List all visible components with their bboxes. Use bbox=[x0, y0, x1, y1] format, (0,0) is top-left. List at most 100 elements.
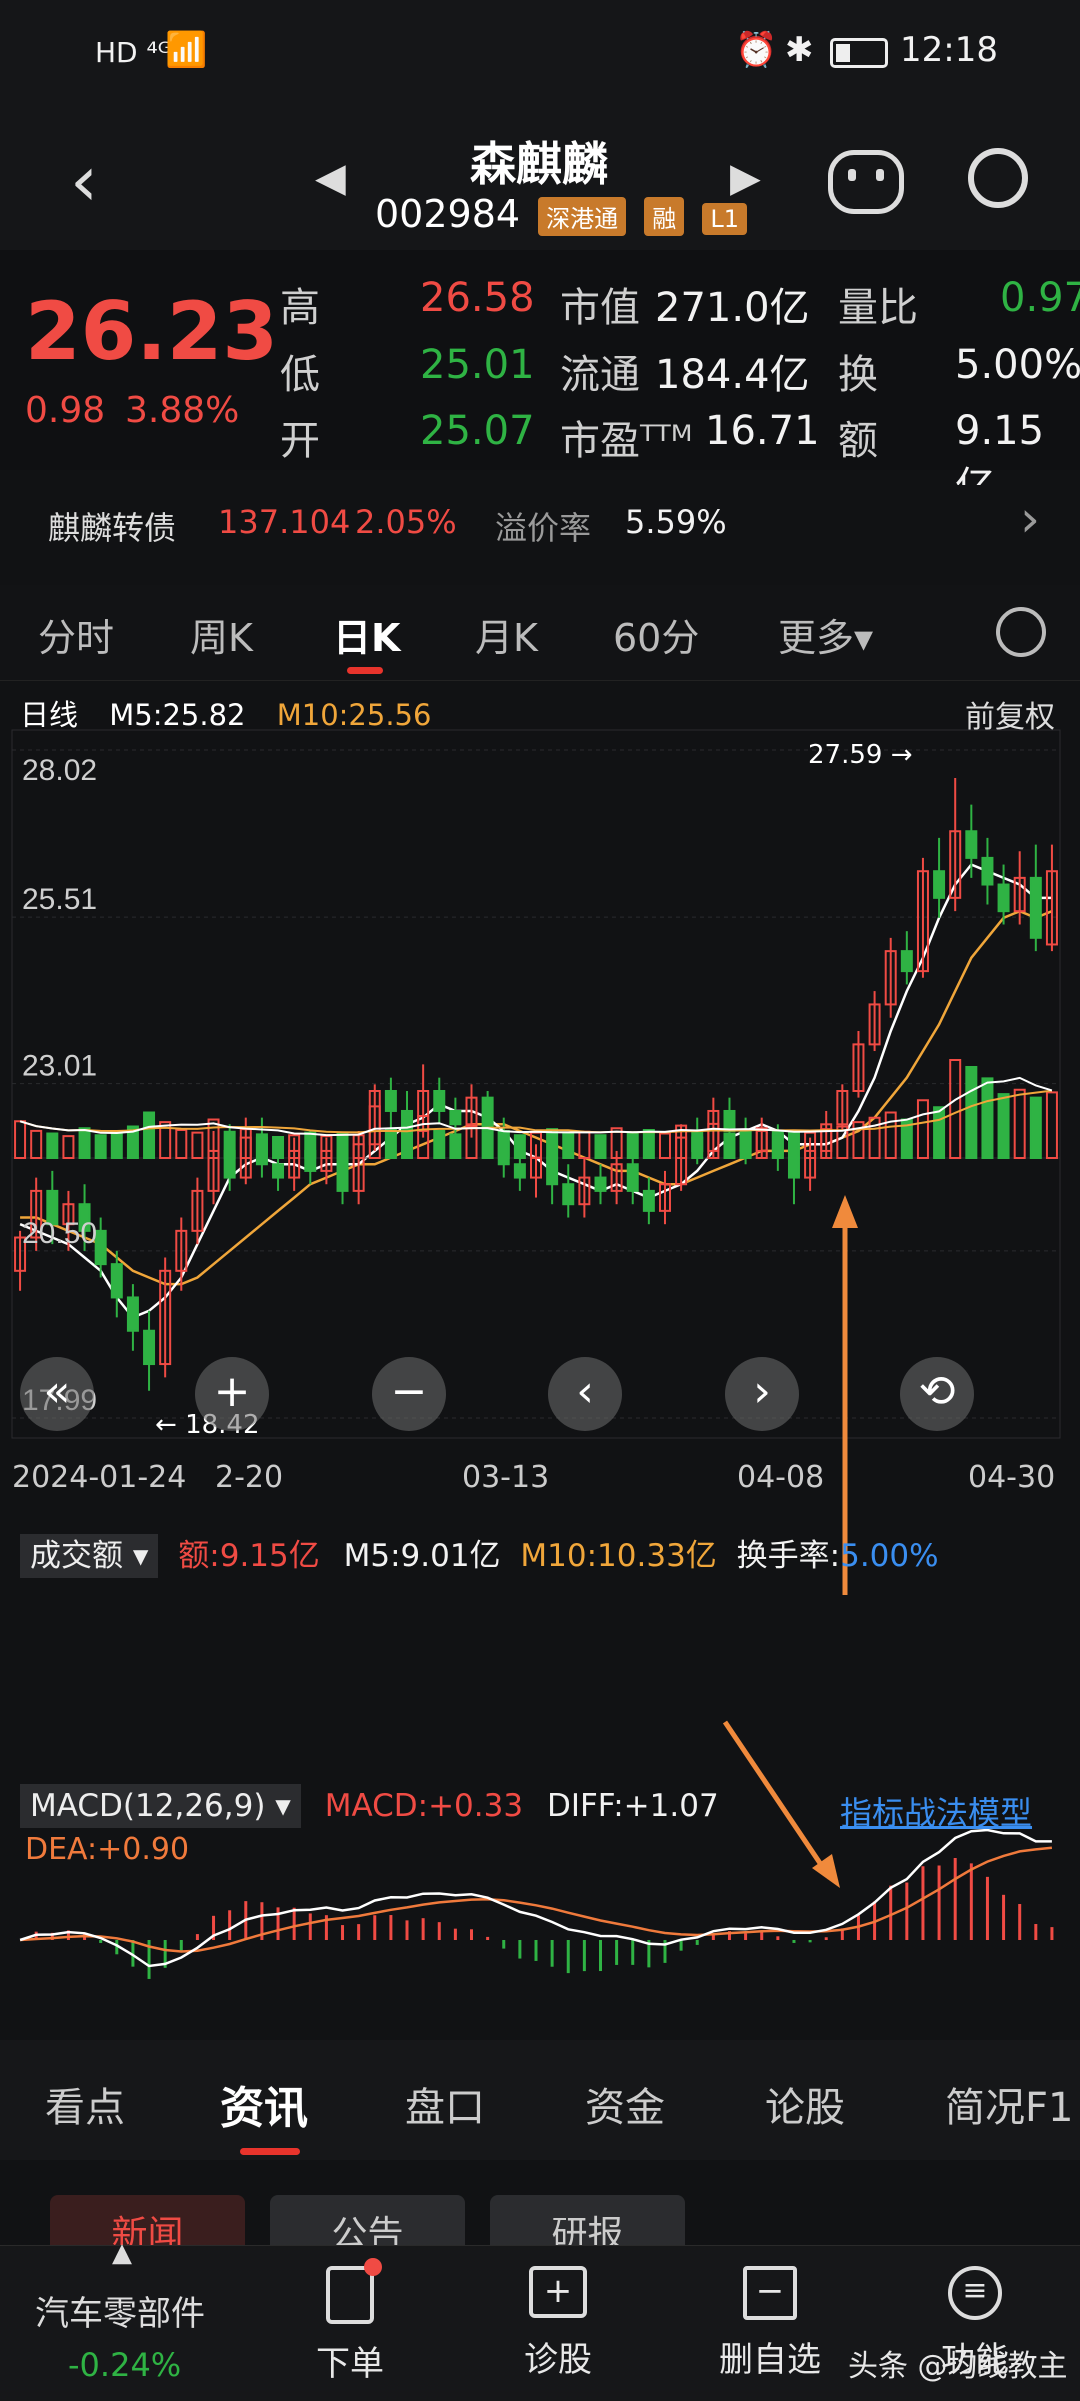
order-button[interactable]: 下单 bbox=[300, 2258, 400, 2385]
pe-value: 16.71 bbox=[705, 408, 820, 454]
float-value: 184.4亿 bbox=[655, 352, 810, 398]
date-axis: 2024-01-24 2-20 03-13 04-08 04-30 bbox=[0, 1460, 1080, 1510]
sector-pct: -0.24% bbox=[68, 2346, 182, 2384]
indicator-model-link[interactable]: 指标战法模型 bbox=[840, 1788, 1032, 1834]
fast-back-icon[interactable]: « bbox=[20, 1357, 94, 1431]
volume-bar bbox=[578, 1130, 591, 1159]
volume-indicator-select[interactable]: 成交额 ▾ bbox=[20, 1534, 159, 1578]
news-tab-indicator bbox=[240, 2148, 300, 2155]
volume-bar bbox=[997, 1093, 1010, 1159]
volume-bar bbox=[916, 1099, 929, 1159]
date-label-5: 04-30 bbox=[968, 1460, 1056, 1495]
arrow-right-icon: → bbox=[890, 740, 913, 770]
tab-60min[interactable]: 60分 bbox=[613, 607, 699, 662]
caret-up-icon: ▲ bbox=[112, 2238, 132, 2268]
arrow-left-icon: ← bbox=[155, 1410, 177, 1440]
volume-bar bbox=[965, 1066, 978, 1159]
settings-icon[interactable] bbox=[985, 596, 1057, 668]
convertible-bond-row[interactable]: 麒麟转债 137.104 2.05% 溢价率 5.59% › bbox=[0, 485, 1080, 565]
amount-label: 额 bbox=[838, 418, 878, 464]
macd-indicator-select[interactable]: MACD(12,26,9) ▾ bbox=[20, 1784, 301, 1828]
menu-icon: ≡ bbox=[948, 2266, 1002, 2320]
tab-more[interactable]: 更多▾ bbox=[778, 607, 873, 662]
next-stock-icon[interactable]: ▶ bbox=[730, 155, 761, 201]
remove-watchlist-button[interactable]: − 删自选 bbox=[710, 2266, 830, 2381]
diagnose-button[interactable]: + 诊股 bbox=[508, 2266, 608, 2381]
bond-name: 麒麟转债 bbox=[48, 509, 177, 547]
volume-bar bbox=[771, 1133, 784, 1159]
chevron-right-icon: › bbox=[1020, 490, 1040, 548]
macd-value: MACD:+0.33 bbox=[324, 1788, 524, 1824]
sector-name[interactable]: 汽车零部件 bbox=[35, 2286, 205, 2335]
price-change-pct: 3.88% bbox=[125, 390, 240, 431]
premium-label: 溢价率 bbox=[495, 509, 592, 547]
tab-capital[interactable]: 资金 bbox=[585, 2075, 665, 2133]
order-icon bbox=[326, 2258, 382, 2324]
volume-bar bbox=[110, 1130, 123, 1159]
y-tick-label: 28.02 bbox=[22, 754, 97, 787]
candle-body bbox=[546, 1156, 559, 1186]
zoom-in-icon[interactable]: + bbox=[195, 1357, 269, 1431]
low-label: 低 bbox=[280, 352, 320, 398]
ma10-line bbox=[20, 909, 1053, 1286]
candle-body bbox=[272, 1163, 285, 1179]
date-label-4: 04-08 bbox=[737, 1460, 825, 1495]
candle-body bbox=[126, 1296, 139, 1332]
volume-m5: M5:9.01亿 bbox=[343, 1538, 501, 1574]
robot-assistant-icon[interactable] bbox=[828, 150, 904, 214]
reset-view-icon[interactable]: ⟲ bbox=[900, 1357, 974, 1431]
tab-profile[interactable]: 简况F1 bbox=[945, 2075, 1073, 2133]
volume-bar bbox=[723, 1132, 736, 1159]
back-icon[interactable]: ‹ bbox=[70, 140, 98, 222]
stock-code-row: 002984 深港通 融 L1 bbox=[375, 192, 747, 236]
y-tick-label: 23.01 bbox=[22, 1050, 97, 1083]
turnover-rate-value: 5.00% bbox=[840, 1538, 939, 1574]
stock-name: 森麒麟 bbox=[470, 137, 608, 191]
tab-weekly[interactable]: 周K bbox=[190, 607, 253, 662]
volume-ma10-line bbox=[19, 1089, 1053, 1134]
search-icon[interactable] bbox=[968, 148, 1028, 208]
volume-bar bbox=[223, 1130, 236, 1159]
volume-bar bbox=[46, 1132, 59, 1159]
volume-bar bbox=[191, 1131, 204, 1159]
y-tick-label: 20.50 bbox=[22, 1217, 97, 1250]
volume-bar bbox=[787, 1129, 800, 1159]
volume-legend: 成交额 ▾ 额:9.15亿 M5:9.01亿 M10:10.33亿 换手率:5.… bbox=[20, 1530, 939, 1578]
prev-stock-icon[interactable]: ◀ bbox=[315, 155, 346, 201]
tab-orderbook[interactable]: 盘口 bbox=[405, 2075, 485, 2133]
volume-bar bbox=[626, 1131, 639, 1159]
candle-body bbox=[384, 1089, 397, 1112]
candle-body bbox=[900, 950, 913, 973]
price-change: 0.98 bbox=[25, 390, 106, 431]
tab-news[interactable]: 资讯 bbox=[220, 2072, 308, 2136]
remove-watchlist-label: 删自选 bbox=[719, 2340, 821, 2380]
volume-bar bbox=[658, 1132, 671, 1159]
high-marker-value: 27.59 bbox=[808, 740, 883, 770]
clock: 12:18 bbox=[900, 30, 998, 70]
tab-intraday[interactable]: 分时 bbox=[38, 607, 114, 662]
candle-body bbox=[933, 870, 946, 899]
content-tabs: 看点 资讯 盘口 资金 论股 简况F1 bbox=[0, 2040, 1080, 2160]
tab-monthly[interactable]: 月K bbox=[475, 607, 538, 662]
candle-body bbox=[513, 1163, 526, 1179]
volume-bar bbox=[594, 1134, 607, 1159]
candle-body bbox=[626, 1163, 639, 1192]
candle-body bbox=[787, 1156, 800, 1179]
turnover-label: 换 bbox=[838, 352, 878, 398]
scroll-left-icon[interactable]: ‹ bbox=[548, 1357, 622, 1431]
turnover-value: 5.00% bbox=[955, 342, 1080, 388]
mktcap-label: 市值 bbox=[560, 285, 640, 331]
tab-highlights[interactable]: 看点 bbox=[45, 2075, 125, 2133]
candle-body bbox=[94, 1229, 107, 1266]
zoom-out-icon[interactable]: − bbox=[372, 1357, 446, 1431]
volume-bar bbox=[78, 1127, 91, 1159]
volume-bar bbox=[401, 1131, 414, 1159]
scroll-right-icon[interactable]: › bbox=[725, 1357, 799, 1431]
volume-bar bbox=[481, 1131, 494, 1159]
tab-forum[interactable]: 论股 bbox=[765, 2075, 845, 2133]
tab-daily[interactable]: 日K bbox=[333, 607, 400, 662]
candle-body bbox=[481, 1096, 494, 1132]
dea-value: DEA:+0.90 bbox=[25, 1832, 190, 1867]
high-value: 26.58 bbox=[420, 275, 535, 321]
period-tabs: 分时 周K 日K 月K 60分 更多▾ bbox=[0, 585, 1080, 681]
